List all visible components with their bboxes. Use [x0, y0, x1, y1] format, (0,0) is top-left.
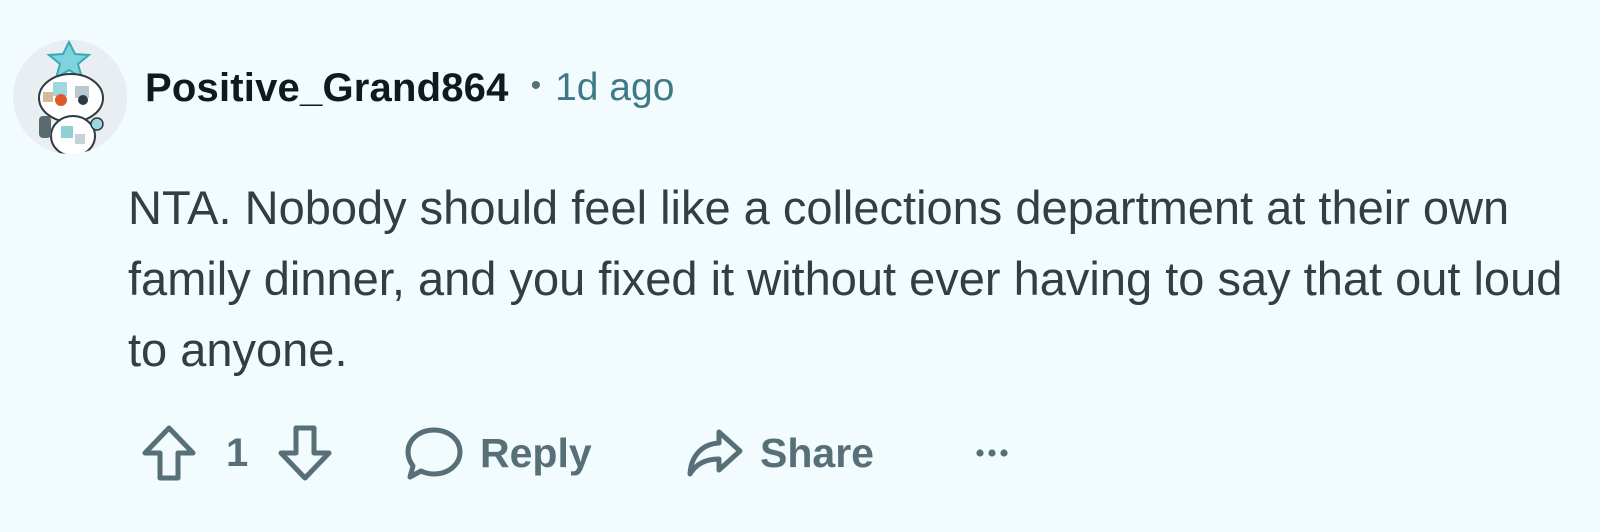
- downvote-arrow-icon: [278, 425, 332, 481]
- more-options-button[interactable]: [972, 418, 1012, 488]
- upvote-arrow-icon: [142, 425, 196, 481]
- share-arrow-icon: [687, 429, 743, 477]
- comment: Positive_Grand864 • 1d ago NTA. Nobody s…: [0, 0, 1600, 532]
- downvote-button[interactable]: [276, 418, 334, 488]
- speech-bubble-icon: [405, 427, 463, 480]
- comment-header: Positive_Grand864 • 1d ago: [145, 62, 674, 114]
- upvote-button[interactable]: [140, 418, 198, 488]
- avatar[interactable]: [13, 40, 127, 154]
- reply-button[interactable]: Reply: [404, 418, 592, 488]
- share-label: Share: [760, 429, 874, 476]
- ellipsis-icon: [976, 449, 1008, 457]
- timestamp[interactable]: 1d ago: [555, 66, 674, 110]
- comment-body: NTA. Nobody should feel like a collectio…: [128, 181, 1563, 376]
- vote-score: 1: [226, 430, 249, 475]
- separator-dot: •: [530, 69, 542, 102]
- reply-label: Reply: [480, 429, 592, 476]
- username-link[interactable]: Positive_Grand864: [145, 66, 509, 111]
- snoo-avatar-icon: [13, 40, 127, 154]
- share-button[interactable]: Share: [686, 418, 874, 488]
